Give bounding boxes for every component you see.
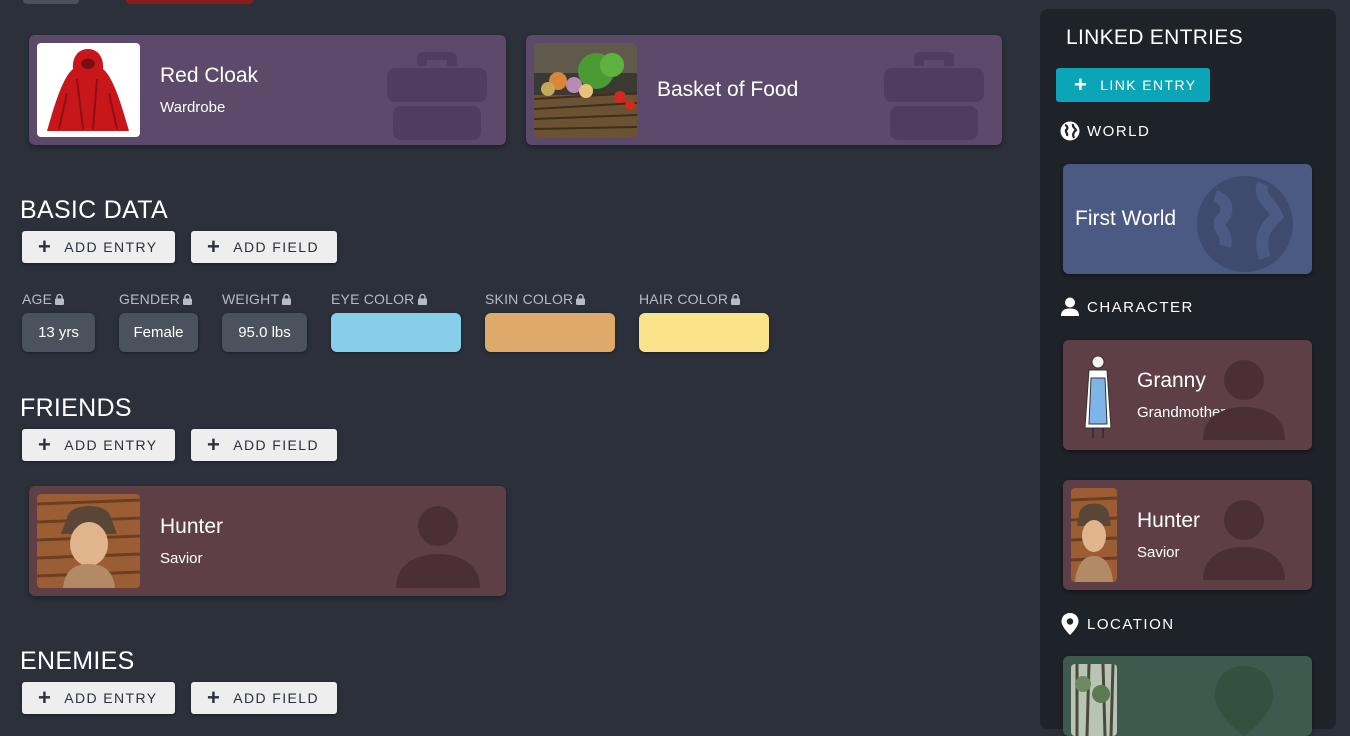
basket-of-food-image xyxy=(534,43,637,137)
section-title-basic-data: BASIC DATA xyxy=(20,196,168,224)
field-label-age: AGE xyxy=(22,291,65,307)
section-title-enemies: ENEMIES xyxy=(20,647,135,675)
link-entry-button[interactable]: + LINK ENTRY xyxy=(1056,68,1210,102)
item-card-red-cloak[interactable]: Red Cloak Wardrobe xyxy=(29,35,506,145)
item-title: Red Cloak xyxy=(160,64,259,87)
world-title: First World xyxy=(1075,207,1177,230)
category-world: WORLD xyxy=(1060,121,1150,141)
briefcase-icon xyxy=(884,52,984,140)
top-delete-button-stub[interactable] xyxy=(126,0,253,4)
map-pin-icon xyxy=(1215,666,1273,736)
linked-character-card-granny[interactable]: Granny Grandmother xyxy=(1063,340,1312,450)
add-entry-label: ADD ENTRY xyxy=(64,239,158,255)
lock-icon xyxy=(417,294,427,305)
person-icon xyxy=(1203,360,1285,440)
globe-icon xyxy=(1197,176,1293,272)
field-label-gender: GENDER xyxy=(119,291,193,307)
skin-color-swatch[interactable] xyxy=(485,313,615,352)
map-pin-icon xyxy=(1061,613,1079,635)
weight-value[interactable]: 95.0 lbs xyxy=(222,313,307,352)
person-icon xyxy=(396,506,480,588)
location-image xyxy=(1071,664,1117,736)
add-field-button[interactable]: + ADD FIELD xyxy=(191,682,337,714)
globe-icon xyxy=(1060,121,1080,141)
plus-icon: + xyxy=(1074,72,1089,97)
age-value[interactable]: 13 yrs xyxy=(22,313,95,352)
category-character-label: CHARACTER xyxy=(1087,298,1194,316)
category-character: CHARACTER xyxy=(1060,297,1194,317)
field-label-skin-color: SKIN COLOR xyxy=(485,291,586,307)
add-field-label: ADD FIELD xyxy=(233,437,319,453)
lock-icon xyxy=(282,294,292,305)
plus-icon: + xyxy=(207,685,222,710)
linked-entries-title: LINKED ENTRIES xyxy=(1066,26,1243,49)
hunter-portrait-image xyxy=(1071,488,1117,582)
lock-icon xyxy=(183,294,193,305)
item-title: Basket of Food xyxy=(657,78,799,101)
hunter-portrait-image xyxy=(37,494,140,588)
add-entry-label: ADD ENTRY xyxy=(64,437,158,453)
add-entry-button[interactable]: + ADD ENTRY xyxy=(22,231,175,263)
section-title-friends: FRIENDS xyxy=(20,394,132,422)
lock-icon xyxy=(576,294,586,305)
field-label-eye-color: EYE COLOR xyxy=(331,291,427,307)
lock-icon xyxy=(55,294,65,305)
friend-subtitle: Savior xyxy=(160,550,203,567)
field-label-weight: WEIGHT xyxy=(222,291,292,307)
eye-color-swatch[interactable] xyxy=(331,313,461,352)
friend-card-hunter[interactable]: Hunter Savior xyxy=(29,486,506,596)
category-location-label: LOCATION xyxy=(1087,615,1175,633)
item-card-basket-of-food[interactable]: Basket of Food xyxy=(526,35,1002,145)
add-entry-button[interactable]: + ADD ENTRY xyxy=(22,682,175,714)
briefcase-icon xyxy=(387,52,487,140)
add-field-label: ADD FIELD xyxy=(233,239,319,255)
character-title: Granny xyxy=(1137,369,1206,392)
category-location: LOCATION xyxy=(1060,613,1175,635)
plus-icon: + xyxy=(207,432,222,457)
plus-icon: + xyxy=(38,685,53,710)
add-field-button[interactable]: + ADD FIELD xyxy=(191,231,337,263)
plus-icon: + xyxy=(38,432,53,457)
friend-title: Hunter xyxy=(160,515,224,538)
link-entry-label: LINK ENTRY xyxy=(1100,77,1197,93)
person-icon xyxy=(1061,297,1079,316)
category-world-label: WORLD xyxy=(1087,122,1151,140)
hair-color-swatch[interactable] xyxy=(639,313,769,352)
plus-icon: + xyxy=(207,234,222,259)
character-title: Hunter xyxy=(1137,509,1201,532)
field-label-hair-color: HAIR COLOR xyxy=(639,291,741,307)
plus-icon: + xyxy=(38,234,53,259)
lock-icon xyxy=(731,294,741,305)
red-cloak-image xyxy=(37,43,140,137)
person-icon xyxy=(1203,500,1285,580)
granny-image xyxy=(1071,348,1125,442)
top-button-stub[interactable] xyxy=(23,0,79,4)
linked-world-card[interactable]: First World xyxy=(1063,164,1312,274)
add-entry-button[interactable]: + ADD ENTRY xyxy=(22,429,175,461)
linked-location-card[interactable] xyxy=(1063,656,1312,736)
item-subtitle: Wardrobe xyxy=(160,99,226,116)
character-subtitle: Savior xyxy=(1137,544,1180,561)
linked-character-card-hunter[interactable]: Hunter Savior xyxy=(1063,480,1312,590)
add-field-button[interactable]: + ADD FIELD xyxy=(191,429,337,461)
gender-value[interactable]: Female xyxy=(119,313,198,352)
